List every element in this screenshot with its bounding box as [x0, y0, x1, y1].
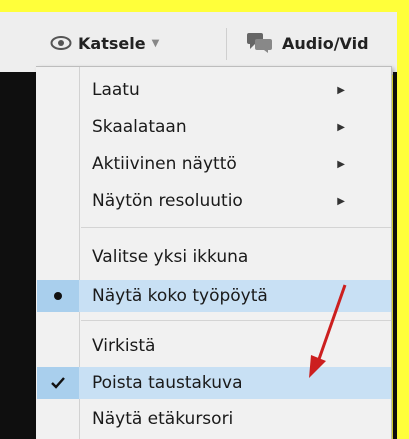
screenshot-frame: Katsele ▼ Audio/Vid Laatu ▶ Skaalataan ▶… — [0, 0, 409, 439]
menu-item-aktiivinen-naytto[interactable]: Aktiivinen näyttö ▶ — [37, 148, 391, 180]
menu-mark-empty — [37, 111, 79, 143]
eye-icon — [50, 35, 72, 51]
submenu-arrow-icon: ▶ — [337, 195, 345, 207]
menu-item-nayton-resoluutio[interactable]: Näytön resoluutio ▶ — [37, 185, 391, 217]
menu-item-label: Poista taustakuva — [92, 373, 243, 393]
menu-mark-empty — [37, 403, 79, 435]
menu-item-virkista[interactable]: Virkistä — [37, 330, 391, 362]
menu-mark-empty — [37, 330, 79, 362]
menu-item-label: Virkistä — [92, 336, 156, 356]
menu-item-poista-taustakuva[interactable]: Poista taustakuva — [37, 367, 391, 399]
menu-mark-empty — [37, 148, 79, 180]
menu-item-label: Laatu — [92, 80, 140, 100]
menu-item-valitse-yksi-ikkuna[interactable]: Valitse yksi ikkuna — [37, 241, 391, 273]
menu-item-label: Aktiivinen näyttö — [92, 154, 237, 174]
checkmark-icon — [37, 367, 79, 399]
menu-item-label: Valitse yksi ikkuna — [92, 247, 249, 267]
chat-bubbles-icon — [246, 32, 274, 54]
menu-separator — [81, 320, 391, 321]
submenu-arrow-icon: ▶ — [337, 158, 345, 170]
menu-mark-empty — [37, 74, 79, 106]
view-menu-label: Katsele — [78, 33, 146, 53]
menu-mark-empty — [37, 185, 79, 217]
menu-separator — [81, 227, 391, 228]
chevron-down-icon: ▼ — [151, 37, 160, 49]
menu-item-skaalataan[interactable]: Skaalataan ▶ — [37, 111, 391, 143]
audio-video-label: Audio/Vid — [282, 33, 369, 53]
audio-video-button[interactable]: Audio/Vid — [246, 12, 369, 74]
remote-screen-area-right — [393, 72, 397, 439]
menu-item-label: Näytön resoluutio — [92, 191, 243, 211]
menu-item-nayta-koko-tyopoyta[interactable]: Näytä koko työpöytä — [37, 280, 391, 312]
submenu-arrow-icon: ▶ — [337, 84, 345, 96]
menu-item-laatu[interactable]: Laatu ▶ — [37, 74, 391, 106]
bullet-icon — [37, 280, 79, 312]
submenu-arrow-icon: ▶ — [337, 121, 345, 133]
menu-item-label: Skaalataan — [92, 117, 187, 137]
menu-item-nayta-etakursori[interactable]: Näytä etäkursori — [37, 403, 391, 435]
menu-item-label: Näytä etäkursori — [92, 409, 234, 429]
view-menu-button[interactable]: Katsele ▼ — [50, 12, 159, 74]
menu-mark-empty — [37, 241, 79, 273]
menu-item-label: Näytä koko työpöytä — [92, 286, 268, 306]
toolbar-separator — [226, 28, 227, 60]
